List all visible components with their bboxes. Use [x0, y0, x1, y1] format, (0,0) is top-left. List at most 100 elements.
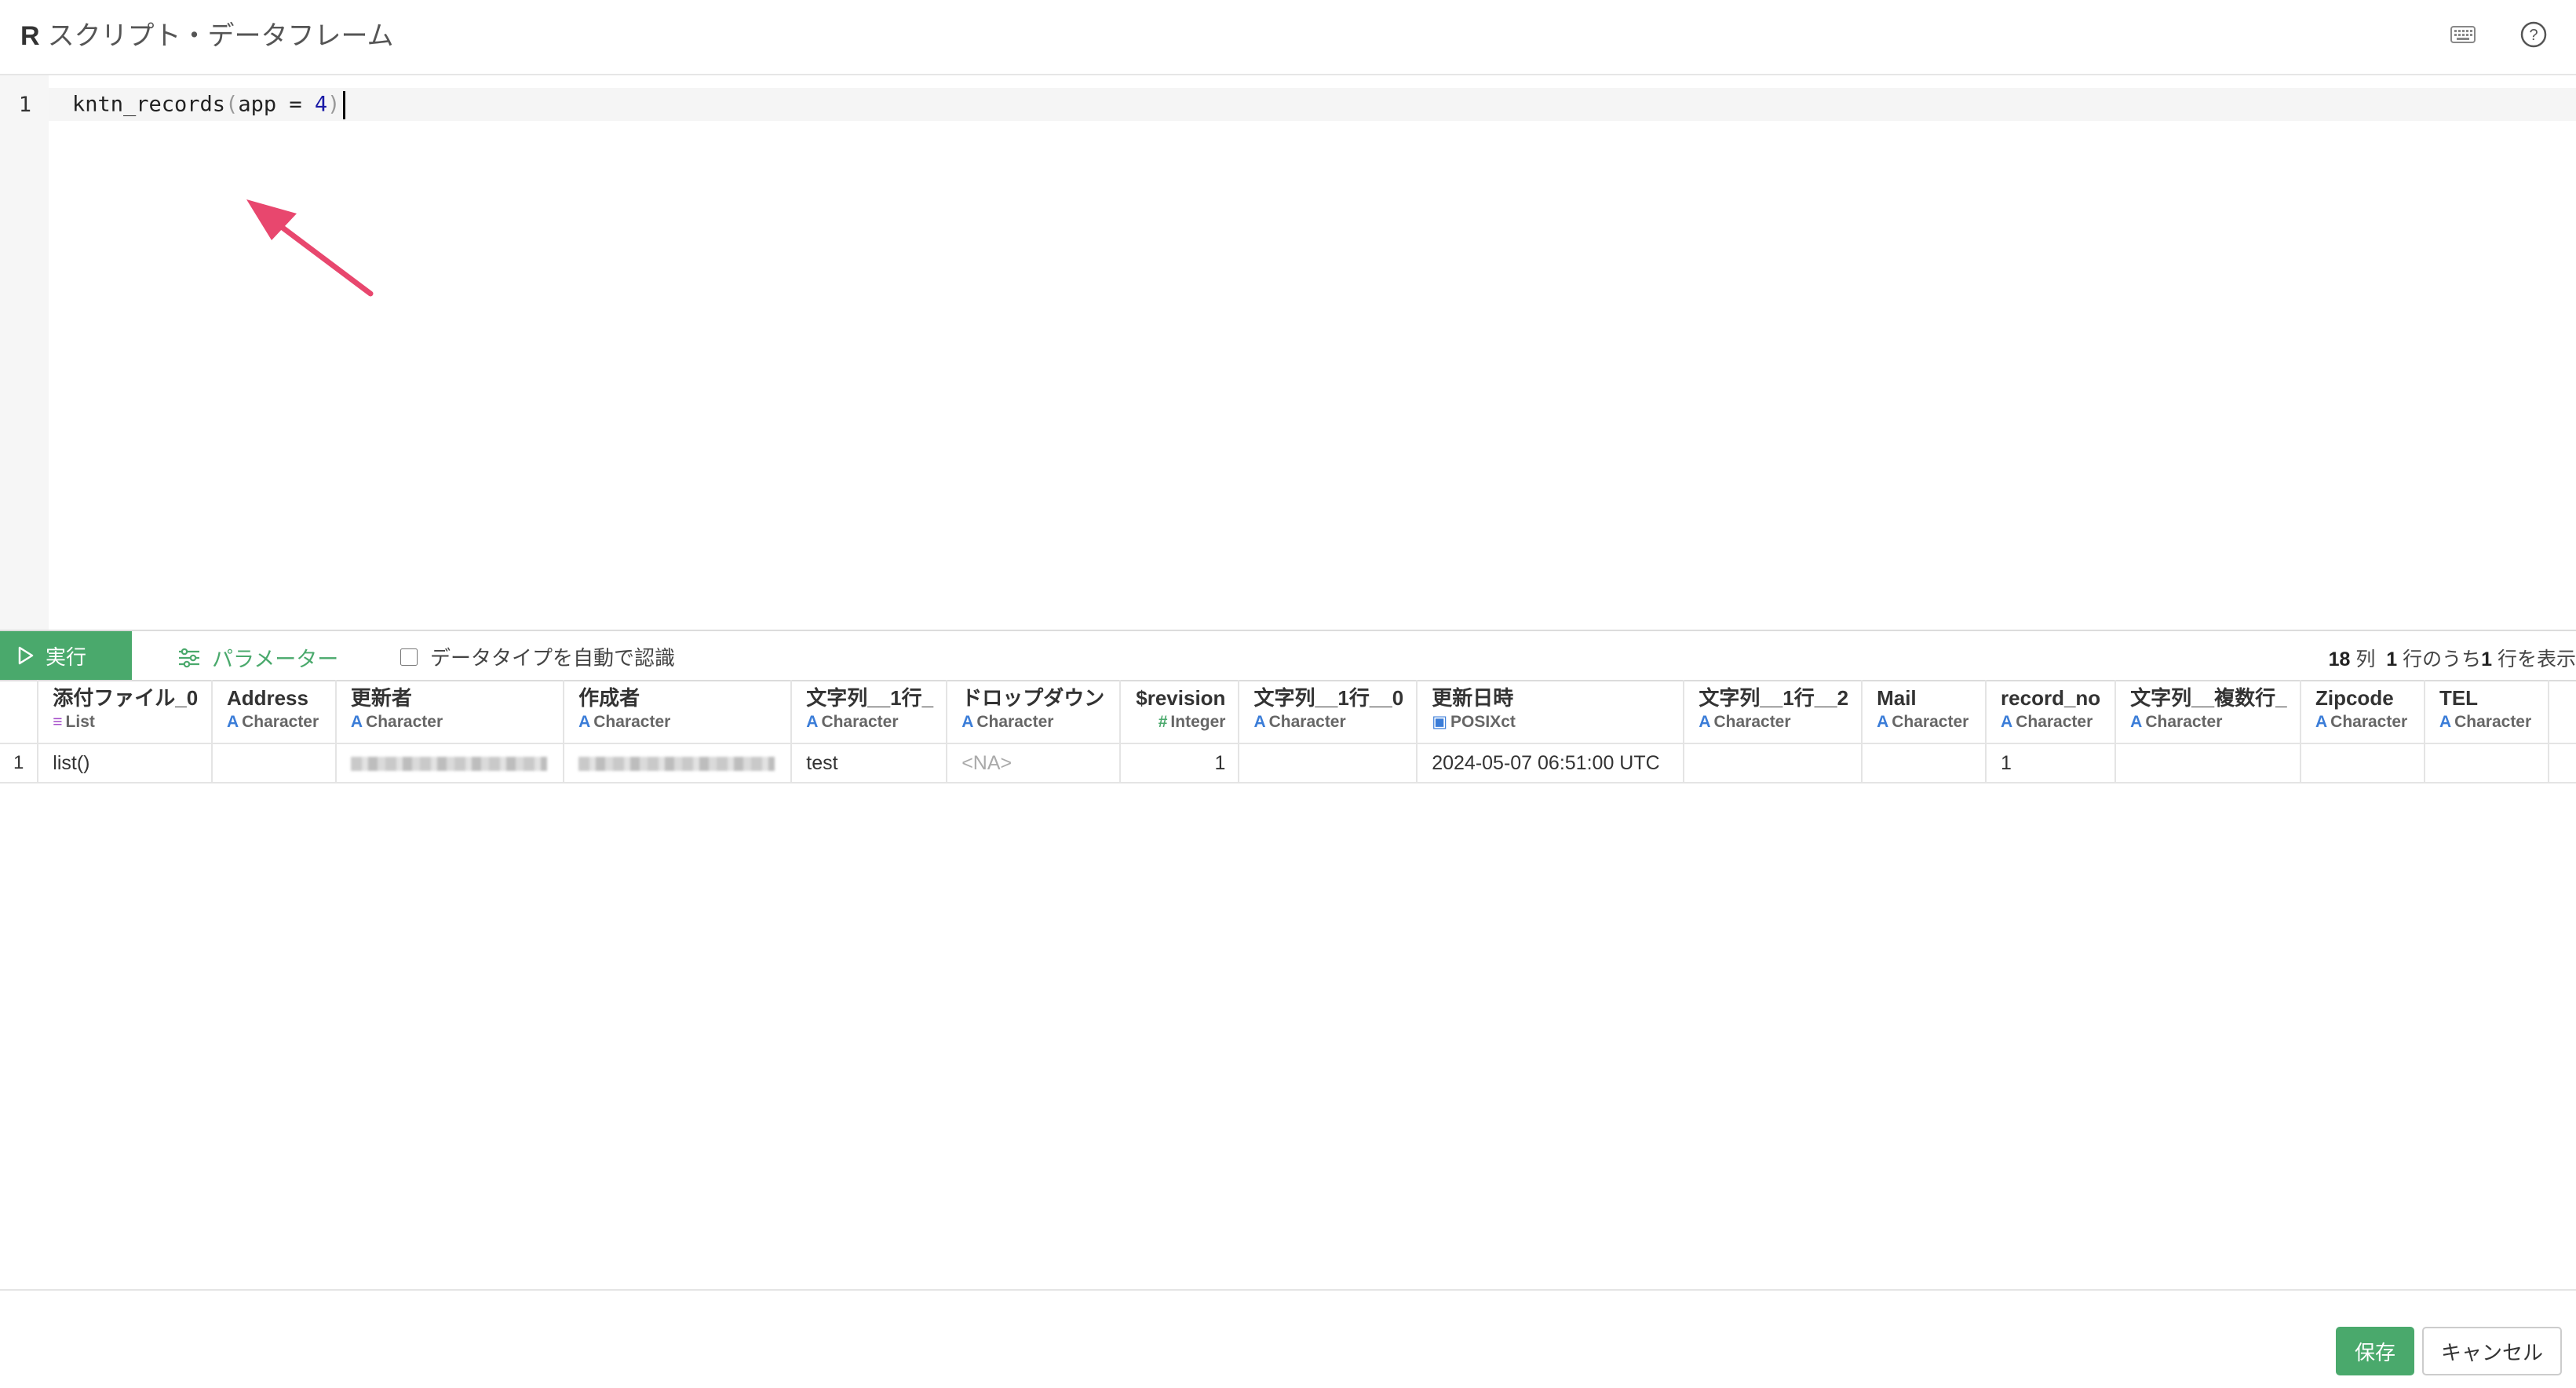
help-circle-icon[interactable]: ? [2516, 17, 2551, 52]
character-icon: A [2439, 713, 2452, 731]
character-icon: A [578, 713, 591, 731]
line-gutter: 1 [0, 75, 49, 630]
table-cell[interactable]: test [791, 743, 948, 783]
play-icon [18, 646, 34, 665]
character-icon: A [350, 713, 363, 731]
line-number: 1 [18, 93, 31, 117]
column-header[interactable]: 作成者 A Character [564, 680, 793, 744]
row-total: 1 [2386, 648, 2398, 670]
save-button[interactable]: 保存 [2336, 1327, 2414, 1375]
auto-type-label: データタイプを自動で認識 [430, 646, 676, 670]
column-name: Address [226, 686, 308, 710]
parameter-button[interactable]: パラメーター [177, 642, 338, 673]
column-type-label: Character [2016, 713, 2093, 731]
table-cell[interactable] [1684, 743, 1863, 783]
column-header[interactable]: 文字列__複数行_ A Character [2115, 680, 2301, 744]
column-header[interactable]: Mail A Character [1862, 680, 1987, 744]
keyboard-icon[interactable] [2446, 17, 2480, 52]
column-type: A Character [961, 711, 1107, 733]
table-cell[interactable] [564, 743, 793, 783]
row-number: 1 [0, 743, 39, 783]
table-cell[interactable] [2115, 743, 2301, 783]
svg-text:?: ? [2529, 27, 2538, 44]
column-header[interactable]: 添付ファイル_0 ≡ List [38, 680, 213, 744]
run-button[interactable]: 実行 [0, 631, 132, 680]
column-name: record_no [2001, 686, 2101, 710]
column-count: 18 [2328, 648, 2351, 670]
column-type: A Character [1877, 711, 1972, 733]
column-name: 文字列__複数行_ [2130, 686, 2287, 710]
table-cell[interactable] [211, 743, 337, 783]
column-type: A Character [227, 711, 323, 733]
column-header[interactable]: $revision # Integer [1120, 680, 1240, 744]
character-icon: A [2130, 713, 2143, 731]
column-header[interactable]: 文字列__1行__2 A Character [1684, 680, 1863, 744]
column-type: A Character [806, 711, 933, 733]
table-cell[interactable]: list() [38, 743, 213, 783]
filler-cell [2549, 680, 2576, 744]
table-cell[interactable]: 1 [1986, 743, 2117, 783]
filler-cell [2549, 743, 2576, 783]
column-type: A Character [351, 711, 550, 733]
column-header[interactable]: ドロップダウン A Character [947, 680, 1121, 744]
column-header[interactable]: Address A Character [211, 680, 337, 744]
column-type-label: Character [242, 713, 319, 731]
table-row[interactable]: 1 list() test <NA> 1 2024-05-07 06:51:00 UTC 1 [0, 743, 2576, 783]
table-cell[interactable]: <NA> [947, 743, 1121, 783]
code-arg: app = [238, 92, 315, 117]
table-summary: 18 列 1 行のうち1 行を表示 [2329, 644, 2576, 672]
code-line[interactable]: kntn_records(app = 4) [72, 91, 346, 119]
data-grid[interactable]: 添付ファイル_0 ≡ List Address A Character 更新者 A Charac… [0, 680, 2576, 783]
column-header[interactable]: 更新者 A Character [335, 680, 565, 744]
character-icon: A [961, 713, 974, 731]
column-name: Mail [1877, 686, 1917, 710]
table-cell[interactable] [2300, 743, 2425, 783]
dialog-title: R スクリプト・データフレーム [20, 14, 394, 53]
code-value: 4 [314, 92, 328, 117]
result-toolbar: 実行 パラメーター データタイプを自動で認識 18 列 1 行のうち1 行を表示 [0, 630, 2576, 681]
column-type: ≡ List [53, 711, 199, 733]
column-type-label: Character [593, 713, 671, 731]
column-type: A Character [2001, 711, 2102, 733]
table-cell[interactable] [335, 743, 565, 783]
row-mid-text: 行のうち [2403, 648, 2482, 670]
column-type-label: Character [2454, 713, 2532, 731]
column-type-label: Character [1268, 713, 1346, 731]
character-icon: A [1253, 713, 1266, 731]
column-type: A Character [578, 711, 778, 733]
header-row: 添付ファイル_0 ≡ List Address A Character 更新者 A Charac… [0, 680, 2576, 744]
row-shown: 1 [2481, 648, 2493, 670]
column-name: 更新日時 [1432, 686, 1514, 710]
auto-type-toggle[interactable]: データタイプを自動で認識 [400, 642, 675, 671]
text-caret [343, 91, 346, 119]
column-name: $revision [1136, 686, 1226, 710]
parameter-label: パラメーター [212, 648, 339, 671]
table-cell[interactable] [2424, 743, 2550, 783]
column-header[interactable]: 文字列__1行_ A Character [791, 680, 948, 744]
code-open-paren: ( [225, 92, 239, 117]
code-editor[interactable]: 1 kntn_records(app = 4) [0, 75, 2576, 630]
column-header[interactable]: Zipcode A Character [2300, 680, 2425, 744]
column-header[interactable]: TEL A Character [2424, 680, 2550, 744]
column-type: A Character [2439, 711, 2535, 733]
column-type-label: Character [1892, 713, 1969, 731]
column-header[interactable]: 文字列__1行__0 A Character [1239, 680, 1418, 744]
column-type-label: Character [2330, 713, 2408, 731]
auto-type-checkbox[interactable] [400, 648, 418, 666]
title-bar: R スクリプト・データフレーム ? [0, 0, 2576, 75]
column-header[interactable]: record_no A Character [1986, 680, 2117, 744]
table-cell[interactable] [1862, 743, 1987, 783]
table-cell[interactable]: 2024-05-07 06:51:00 UTC [1417, 743, 1685, 783]
column-type: A Character [2315, 711, 2411, 733]
table-cell[interactable] [1239, 743, 1418, 783]
redacted-value [350, 756, 547, 771]
table-cell[interactable]: 1 [1120, 743, 1240, 783]
column-type-label: Character [976, 713, 1054, 731]
cancel-button[interactable]: キャンセル [2422, 1327, 2562, 1375]
column-type-label: Character [2145, 713, 2223, 731]
column-type-label: Character [821, 713, 899, 731]
column-type: # Integer [1135, 711, 1226, 733]
character-icon: A [2315, 713, 2328, 731]
column-header[interactable]: 更新日時 ▣ POSIXct [1417, 680, 1685, 744]
character-icon: A [806, 713, 819, 731]
